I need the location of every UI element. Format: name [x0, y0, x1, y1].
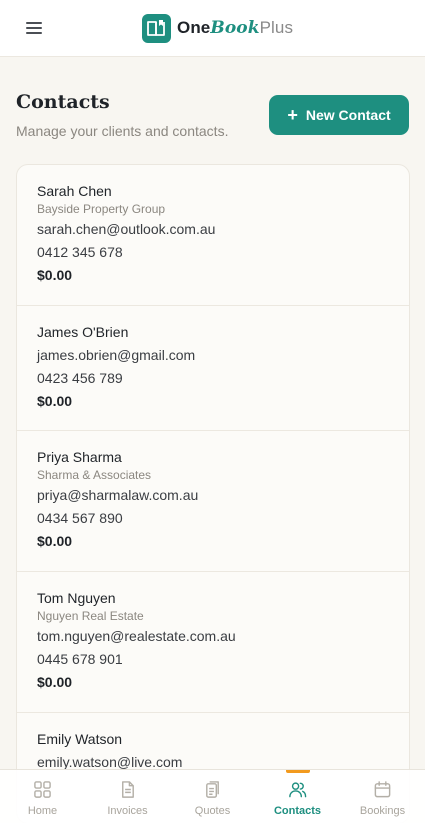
- page-subtitle: Manage your clients and contacts.: [16, 123, 229, 139]
- contact-company: Nguyen Real Estate: [37, 609, 144, 623]
- contact-phone[interactable]: 0434 567 890: [37, 510, 389, 526]
- brand-plus: Plus: [259, 18, 294, 37]
- nav-contacts[interactable]: Contacts: [255, 770, 340, 823]
- brand-one: One: [177, 18, 211, 37]
- contact-balance: $0.00: [37, 393, 73, 409]
- brand-wordmark: OneBookPlus: [177, 18, 293, 38]
- nav-label: Home: [27, 805, 58, 817]
- contact-email[interactable]: james.obrien@gmail.com: [37, 347, 389, 363]
- brand-book: Book: [210, 18, 260, 38]
- contact-phone[interactable]: 0445 678 901: [37, 651, 389, 667]
- contact-name: Sarah Chen: [37, 183, 112, 199]
- contact-row[interactable]: James O'Brien james.obrien@gmail.com 042…: [17, 306, 409, 431]
- clipboard-icon: [206, 781, 219, 798]
- new-contact-label: New Contact: [305, 107, 391, 123]
- contact-email[interactable]: sarah.chen@outlook.com.au: [37, 221, 389, 237]
- nav-label: Bookings: [359, 805, 406, 817]
- nav-label: Quotes: [194, 805, 231, 817]
- contact-email[interactable]: tom.nguyen@realestate.com.au: [37, 628, 389, 644]
- contact-company: Sharma & Associates: [37, 468, 152, 482]
- nav-invoices[interactable]: Invoices: [85, 770, 170, 823]
- contact-name: Emily Watson: [37, 731, 123, 747]
- contact-balance: $0.00: [37, 674, 73, 690]
- contact-email[interactable]: priya@sharmalaw.com.au: [37, 487, 389, 503]
- contact-name: Tom Nguyen: [37, 590, 116, 606]
- contact-phone[interactable]: 0412 345 678: [37, 244, 389, 260]
- contact-name: Priya Sharma: [37, 449, 122, 465]
- brand-logo-group[interactable]: OneBookPlus: [142, 13, 293, 43]
- nav-label: Invoices: [107, 805, 148, 817]
- top-bar: OneBookPlus: [0, 0, 425, 57]
- grid-icon: [34, 781, 51, 798]
- nav-home[interactable]: Home: [0, 770, 85, 823]
- contact-row[interactable]: Sarah Chen Bayside Property Group sarah.…: [17, 165, 409, 306]
- contact-name: James O'Brien: [37, 324, 129, 340]
- contact-balance: $0.00: [37, 267, 73, 283]
- active-tab-indicator: [285, 770, 310, 773]
- contact-email[interactable]: emily.watson@live.com: [37, 754, 389, 770]
- calendar-icon: [374, 781, 391, 798]
- bottom-nav: Home Invoices Quotes Contacts Bookings: [0, 769, 425, 823]
- new-contact-button[interactable]: + New Contact: [269, 95, 409, 135]
- book-logo-icon: [142, 13, 171, 43]
- contact-row[interactable]: Tom Nguyen Nguyen Real Estate tom.nguyen…: [17, 572, 409, 713]
- nav-bookings[interactable]: Bookings: [340, 770, 425, 823]
- nav-quotes[interactable]: Quotes: [170, 770, 255, 823]
- nav-label: Contacts: [273, 805, 322, 817]
- document-icon: [122, 781, 134, 798]
- contact-list: Sarah Chen Bayside Property Group sarah.…: [16, 164, 410, 823]
- contact-row[interactable]: Priya Sharma Sharma & Associates priya@s…: [17, 431, 409, 572]
- contact-company: Bayside Property Group: [37, 202, 166, 216]
- contact-balance: $0.00: [37, 533, 73, 549]
- hamburger-menu-icon[interactable]: [24, 19, 44, 37]
- plus-icon: +: [287, 105, 298, 125]
- contact-phone[interactable]: 0423 456 789: [37, 370, 389, 386]
- users-icon: [289, 782, 307, 798]
- page-title: Contacts: [16, 91, 110, 113]
